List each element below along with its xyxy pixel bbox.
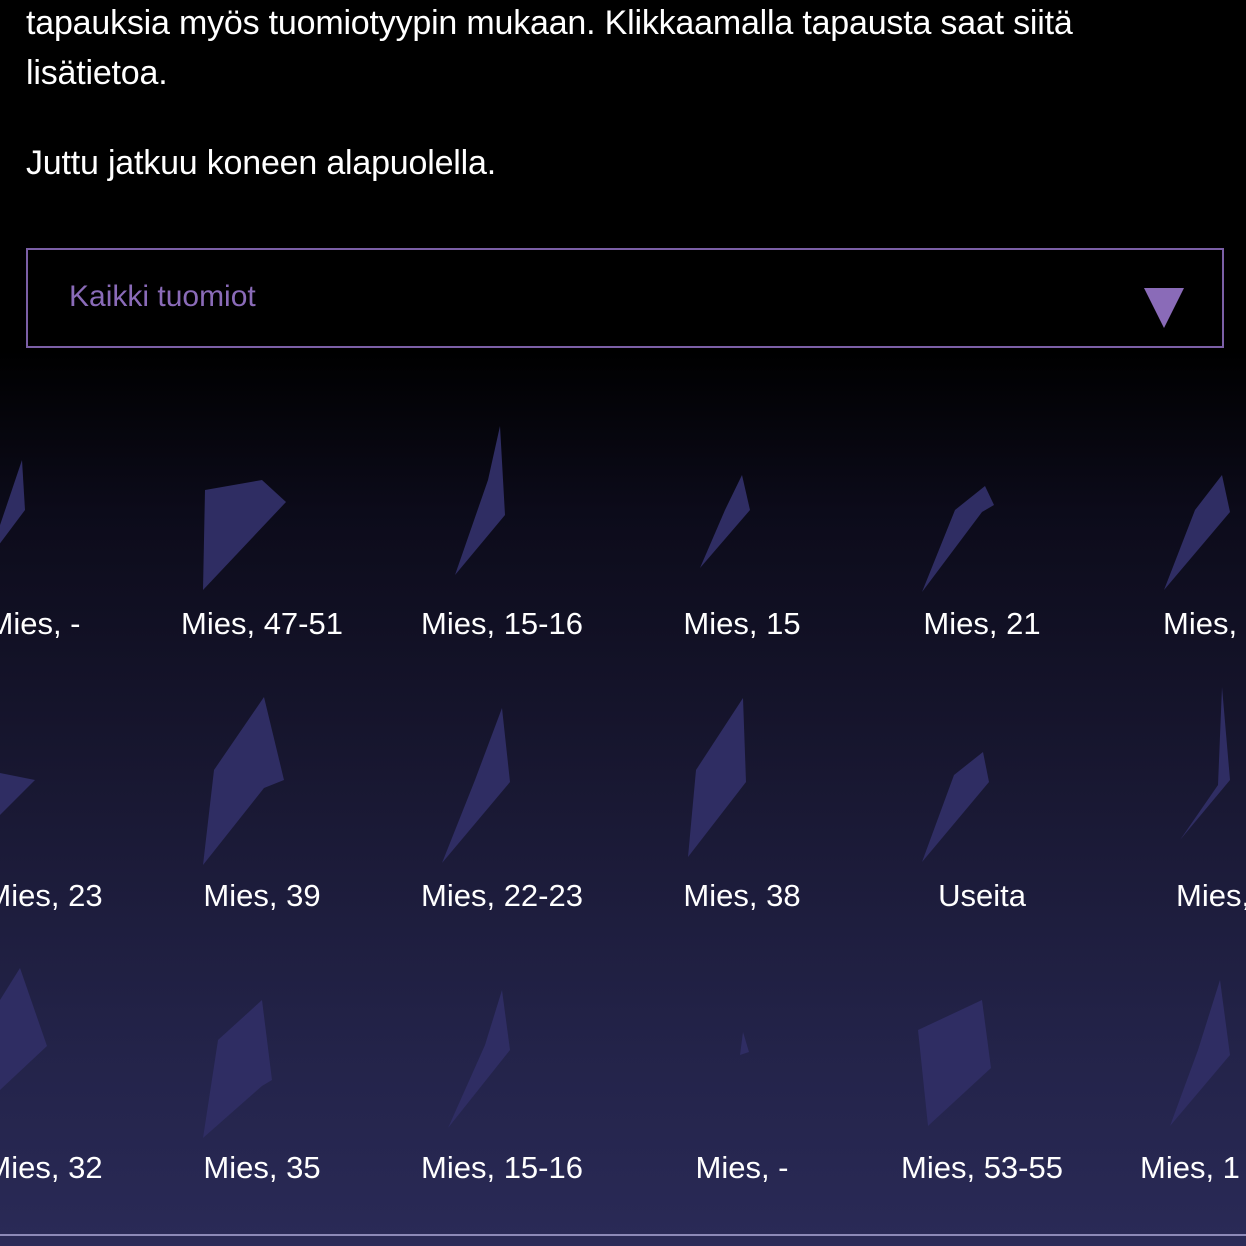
- case-item-label[interactable]: Mies, 53-55: [862, 1150, 1102, 1186]
- case-item-label[interactable]: Mies, -: [0, 606, 154, 642]
- case-item-label[interactable]: Mies, 23: [0, 878, 164, 914]
- triangle-down-icon: [1144, 288, 1184, 328]
- case-shard[interactable]: [1180, 687, 1230, 840]
- case-shard[interactable]: [0, 968, 47, 1090]
- case-shard[interactable]: [203, 480, 286, 590]
- case-shard[interactable]: [203, 1000, 272, 1138]
- case-shard[interactable]: [688, 698, 746, 857]
- intro-paragraph: tapauksia myös tuomiotyypin mukaan. Klik…: [26, 0, 1226, 98]
- gallery-bottom-divider: [0, 1234, 1246, 1236]
- case-shard[interactable]: [0, 773, 35, 820]
- case-shard[interactable]: [448, 990, 510, 1128]
- case-item-label[interactable]: Mies, 15-16: [382, 1150, 622, 1186]
- case-shard[interactable]: [740, 1032, 749, 1055]
- case-shard[interactable]: [918, 1000, 991, 1126]
- shard-artwork: [0, 426, 1230, 1138]
- verdict-type-selected-value: Kaikki tuomiot: [69, 280, 256, 313]
- case-item-label[interactable]: Mies, 15-16: [382, 606, 622, 642]
- case-shard[interactable]: [922, 486, 994, 592]
- case-item-label[interactable]: Useita: [862, 878, 1102, 914]
- case-shard[interactable]: [1164, 475, 1230, 590]
- case-shard[interactable]: [455, 426, 505, 575]
- case-shard[interactable]: [203, 697, 284, 865]
- case-item-label[interactable]: Mies, 32: [0, 1150, 164, 1186]
- case-shard[interactable]: [922, 752, 989, 862]
- continue-note: Juttu jatkuu koneen alapuolella.: [26, 144, 496, 182]
- case-shard[interactable]: [0, 460, 25, 550]
- case-item-label[interactable]: Mies, 39: [142, 878, 382, 914]
- case-gallery: Mies, - Mies, 47-51 Mies, 15-16 Mies, 15…: [0, 350, 1246, 1246]
- intro-line: tapauksia myös tuomiotyypin mukaan. Klik…: [26, 4, 1073, 42]
- case-item-label[interactable]: Mies, 1: [1140, 1150, 1240, 1186]
- case-item-label[interactable]: Mies,: [1176, 878, 1246, 914]
- case-item-label[interactable]: Mies, 15: [622, 606, 862, 642]
- verdict-type-select[interactable]: Kaikki tuomiot: [26, 248, 1224, 348]
- intro-line: lisätietoa.: [26, 54, 168, 92]
- case-shard[interactable]: [700, 475, 750, 568]
- case-item-label[interactable]: Mies, -: [622, 1150, 862, 1186]
- case-shard[interactable]: [442, 708, 510, 863]
- case-item-label[interactable]: Mies,: [1163, 606, 1237, 642]
- case-item-label[interactable]: Mies, 35: [142, 1150, 382, 1186]
- case-item-label[interactable]: Mies, 21: [862, 606, 1102, 642]
- case-item-label[interactable]: Mies, 38: [622, 878, 862, 914]
- case-shard[interactable]: [1170, 980, 1230, 1126]
- case-item-label[interactable]: Mies, 47-51: [142, 606, 382, 642]
- case-item-label[interactable]: Mies, 22-23: [382, 878, 622, 914]
